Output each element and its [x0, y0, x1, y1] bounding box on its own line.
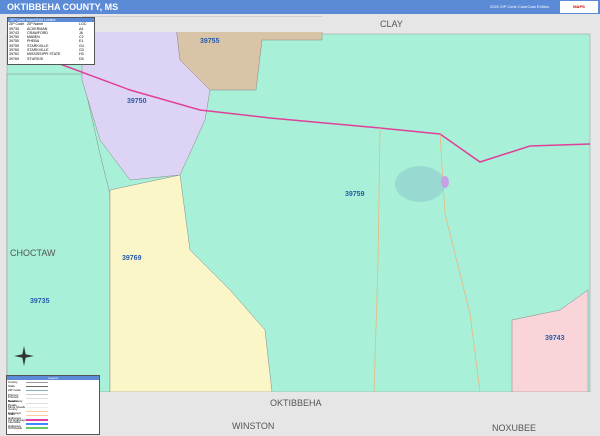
legend-line-swatch [26, 406, 48, 408]
map-canvas[interactable]: 39755 39750 39759 39769 39735 39743 CLAY… [0, 14, 600, 436]
legend-line-swatch [26, 415, 48, 417]
zip-label-39750: 39750 [127, 98, 147, 105]
map-title: OKTIBBEHA COUNTY, MS [7, 2, 119, 12]
zip-table-cell: D5 [79, 56, 84, 61]
legend-line-swatch [26, 398, 48, 400]
legend-item-label: Toll Roads [8, 426, 23, 431]
publisher-logo: MAPS [560, 1, 598, 13]
legend-line-swatch [26, 427, 48, 430]
county-label-oktibbeha: OKTIBBEHA [270, 398, 322, 408]
zip-label-39755: 39755 [200, 38, 220, 45]
legend-line-swatch [26, 422, 48, 425]
legend-line-swatch [26, 410, 48, 412]
legend-line-swatch [26, 389, 48, 391]
legend-line-swatch [26, 381, 48, 383]
zip-table-row: 39769 STURGIS D5 [8, 57, 94, 61]
zip-table-cell: STURGIS [27, 56, 43, 61]
zip-label-39759: 39759 [345, 191, 365, 198]
county-label-choctaw: CHOCTAW [10, 248, 56, 258]
county-label-clay: CLAY [380, 19, 403, 29]
starkville-city-area [395, 166, 445, 202]
zip-label-39743: 39743 [545, 335, 565, 342]
header-bar: OKTIBBEHA COUNTY, MS 2020 ZIP Code Color… [0, 0, 600, 14]
zip-label-39735: 39735 [30, 298, 50, 305]
legend-line-swatch [26, 418, 48, 421]
legend-item: Toll Roads [7, 426, 99, 430]
legend-line-swatch [26, 394, 48, 396]
zip-39762-area[interactable] [441, 176, 449, 188]
county-label-winston: WINSTON [232, 421, 274, 431]
zip-label-39769: 39769 [122, 255, 142, 262]
map-legend: Legend County State ZIP Code Primary Primary… [6, 375, 100, 435]
edition-label: 2020 ZIP Code ColorCast Edition [490, 4, 550, 9]
county-label-noxubee: NOXUBEE [492, 423, 536, 433]
zip-index-table: ZIP Code Index/Grid Locator ZIP Code ZIP … [7, 17, 95, 65]
zip-table-cell: 39769 [9, 56, 19, 61]
legend-line-swatch [26, 402, 48, 404]
compass-rose-icon [14, 346, 34, 368]
legend-line-swatch [26, 385, 48, 387]
